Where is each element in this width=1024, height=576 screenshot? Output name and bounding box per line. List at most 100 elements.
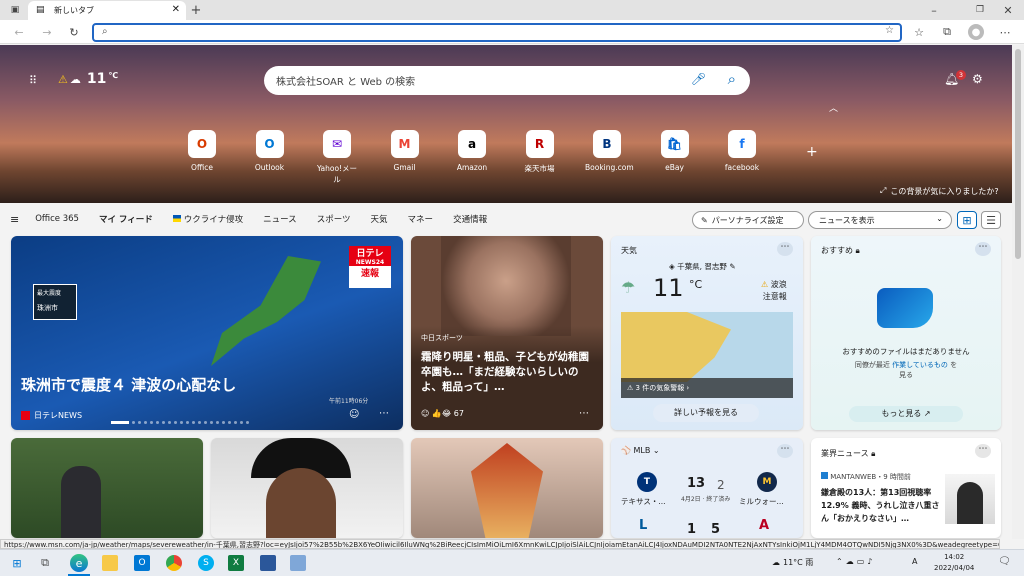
settings-gear-icon[interactable]: ⚙ [972,72,983,86]
quick-link-1[interactable]: O Outlook [248,130,292,185]
page-scrollbar[interactable] [1012,45,1024,539]
search-box[interactable]: 株式会社SOAR と Web の検索 🎤︎ ⌕ [264,66,750,95]
industry-headline[interactable]: 鎌倉殿の13人：第13回視聴率12.9% 義時、うれし泣き八重さん「おかえりなさ… [821,486,943,525]
carousel-dot[interactable] [222,421,225,424]
news-card-5[interactable] [411,438,603,538]
weather-alert[interactable]: ⚠ 波浪 注意報 [761,279,787,303]
address-bar[interactable]: ⌕ ☆ [92,23,902,42]
mlb-card[interactable]: ⚾ MLB ⌄ ⋯ T テキサス・... 13 2 4月2日 · 終了済み M … [611,438,803,538]
nav-weather[interactable]: 天気 [371,213,388,225]
more-icon[interactable]: ⋯ [998,25,1012,39]
carousel-dot[interactable] [150,421,153,424]
quick-link-0[interactable]: O Office [180,130,224,185]
weather-map[interactable]: ⚠ 3 件の気象警報 › [621,312,793,398]
minimize-button[interactable]: – [924,2,944,18]
collections-icon[interactable]: ⧉ [940,25,954,39]
carousel-dot[interactable] [132,421,135,424]
weather-location[interactable]: ◈ 千葉県, 習志野 ✎ [669,261,736,272]
back-icon[interactable]: ← [12,25,26,39]
industry-more-icon[interactable]: ⋯ [975,444,991,458]
hamburger-menu-icon[interactable]: ≡ [10,213,19,226]
nav-ukraine[interactable]: ウクライナ侵攻 [172,213,243,225]
carousel-dot[interactable] [180,421,183,424]
carousel-dot[interactable] [192,421,195,424]
favorites-icon[interactable]: ☆ [912,25,926,39]
weather-alerts-bar[interactable]: ⚠ 3 件の気象警報 › [621,378,793,398]
recommend-more-icon[interactable]: ⋯ [975,242,991,256]
top-news-card[interactable]: 日テレ NEWS24 速報 最大震度 珠洲市 珠洲市で震度４ 津波の心配なし 午… [11,236,403,430]
collapse-chevron-icon[interactable]: ︿ [829,101,838,114]
app-icon-8[interactable] [290,555,306,571]
news-card-2[interactable]: 中日スポーツ 霜降り明星・粗品、子どもが幼稚園卒園も…「まだ経験ないらしいのよ、… [411,236,603,430]
quick-link-5[interactable]: R 楽天市場 [518,130,562,185]
close-tab-icon[interactable]: ✕ [172,4,180,15]
grid-view-icon[interactable]: ⊞ [957,211,977,229]
carousel-dot[interactable] [234,421,237,424]
recommend-card[interactable]: おすすめ 🔒︎ ⋯ おすすめのファイルはまだありません 同僚が最近 作業している… [811,236,1001,430]
news-card-3[interactable] [11,438,203,538]
action-center-icon[interactable]: 🗨︎ [998,556,1011,567]
window-menu-icon[interactable]: ▣ [8,4,22,16]
carousel-dot[interactable] [174,421,177,424]
chrome-app-icon[interactable] [166,555,182,571]
mic-icon[interactable]: 🎤︎ [691,72,706,86]
list-view-icon[interactable]: ☰ [981,211,1001,229]
carousel-dot[interactable] [168,421,171,424]
carousel-dot[interactable] [138,421,141,424]
tray-icons[interactable]: ⌃☁▭♪ [836,557,875,566]
taskbar-clock[interactable]: 14:02 2022/04/04 [934,552,974,574]
maximize-button[interactable]: ❐ [970,2,990,18]
personalize-button[interactable]: ✎ パーソナライズ設定 [692,211,804,229]
nav-money[interactable]: マネー [408,213,434,225]
nav-news[interactable]: ニュース [263,213,297,225]
recommend-link[interactable]: 作業しているもの [892,361,948,369]
mlb-more-icon[interactable]: ⋯ [777,444,793,458]
quick-link-3[interactable]: M Gmail [383,130,427,185]
carousel-dot[interactable] [144,421,147,424]
address-input[interactable] [118,26,858,39]
tab-new-tab[interactable]: ▤ 新しいタブ ✕ [28,1,186,20]
forward-icon[interactable]: → [40,25,54,39]
mlb-title[interactable]: ⚾ MLB ⌄ [621,446,660,455]
quick-link-2[interactable]: ✉ Yahoo!メール [315,130,359,185]
carousel-dot[interactable] [228,421,231,424]
quick-link-8[interactable]: f facebook [720,130,764,185]
news-display-select[interactable]: ニュースを表示 ⌄ [808,211,952,229]
nav-traffic[interactable]: 交通情報 [453,213,487,225]
favorite-star-icon[interactable]: ☆ [885,25,894,36]
weather-card[interactable]: 天気 ⋯ ◈ 千葉県, 習志野 ✎ ☂ 11 °C ⚠ 波浪 注意報 ⚠ 3 件… [611,236,803,430]
carousel-dot[interactable] [210,421,213,424]
search-submit-icon[interactable]: ⌕ [728,70,736,88]
card-more-icon[interactable]: ⋯ [379,408,389,419]
ime-indicator[interactable]: A [912,557,917,566]
weather-more-icon[interactable]: ⋯ [777,242,793,256]
edge-app-icon[interactable]: e [70,554,88,572]
excel-app-icon[interactable]: X [228,555,244,571]
add-quick-link-button[interactable]: + [806,144,818,160]
carousel-dot[interactable] [156,421,159,424]
carousel-dot[interactable] [240,421,243,424]
news-card-4[interactable] [211,438,403,538]
explorer-app-icon[interactable] [102,555,118,571]
weather-widget[interactable]: ⚠ ☁ 11 ℃ [58,71,118,87]
weather-more-button[interactable]: 詳しい予報を見る [653,404,759,422]
new-tab-button[interactable]: + [189,2,203,18]
card2-more-icon[interactable]: ⋯ [579,408,589,419]
skype-app-icon[interactable]: S [198,555,214,571]
nav-my-feed[interactable]: マイ フィード [99,213,153,225]
carousel-dot[interactable] [186,421,189,424]
react-icon[interactable]: ☺ [349,409,359,420]
recommend-more-button[interactable]: もっと見る ↗ [849,406,963,422]
carousel-dot[interactable] [204,421,207,424]
taskbar-weather[interactable]: ☁ 11°C 雨 [772,557,813,568]
card2-reactions[interactable]: ☺ 👍😂 67 [421,409,464,418]
carousel-dot[interactable] [198,421,201,424]
industry-news-card[interactable]: 業界ニュース 🔒︎ ⋯ MANTANWEB・9 時間前 鎌倉殿の13人：第13回… [811,438,1001,538]
outlook-app-icon[interactable]: O [134,555,150,571]
start-icon[interactable]: ⊞ [10,556,24,570]
carousel-dot[interactable] [246,421,249,424]
carousel-dot[interactable] [216,421,219,424]
quick-link-6[interactable]: B Booking.com [585,130,634,185]
carousel-dot[interactable] [162,421,165,424]
close-window-button[interactable]: ✕ [998,2,1018,18]
